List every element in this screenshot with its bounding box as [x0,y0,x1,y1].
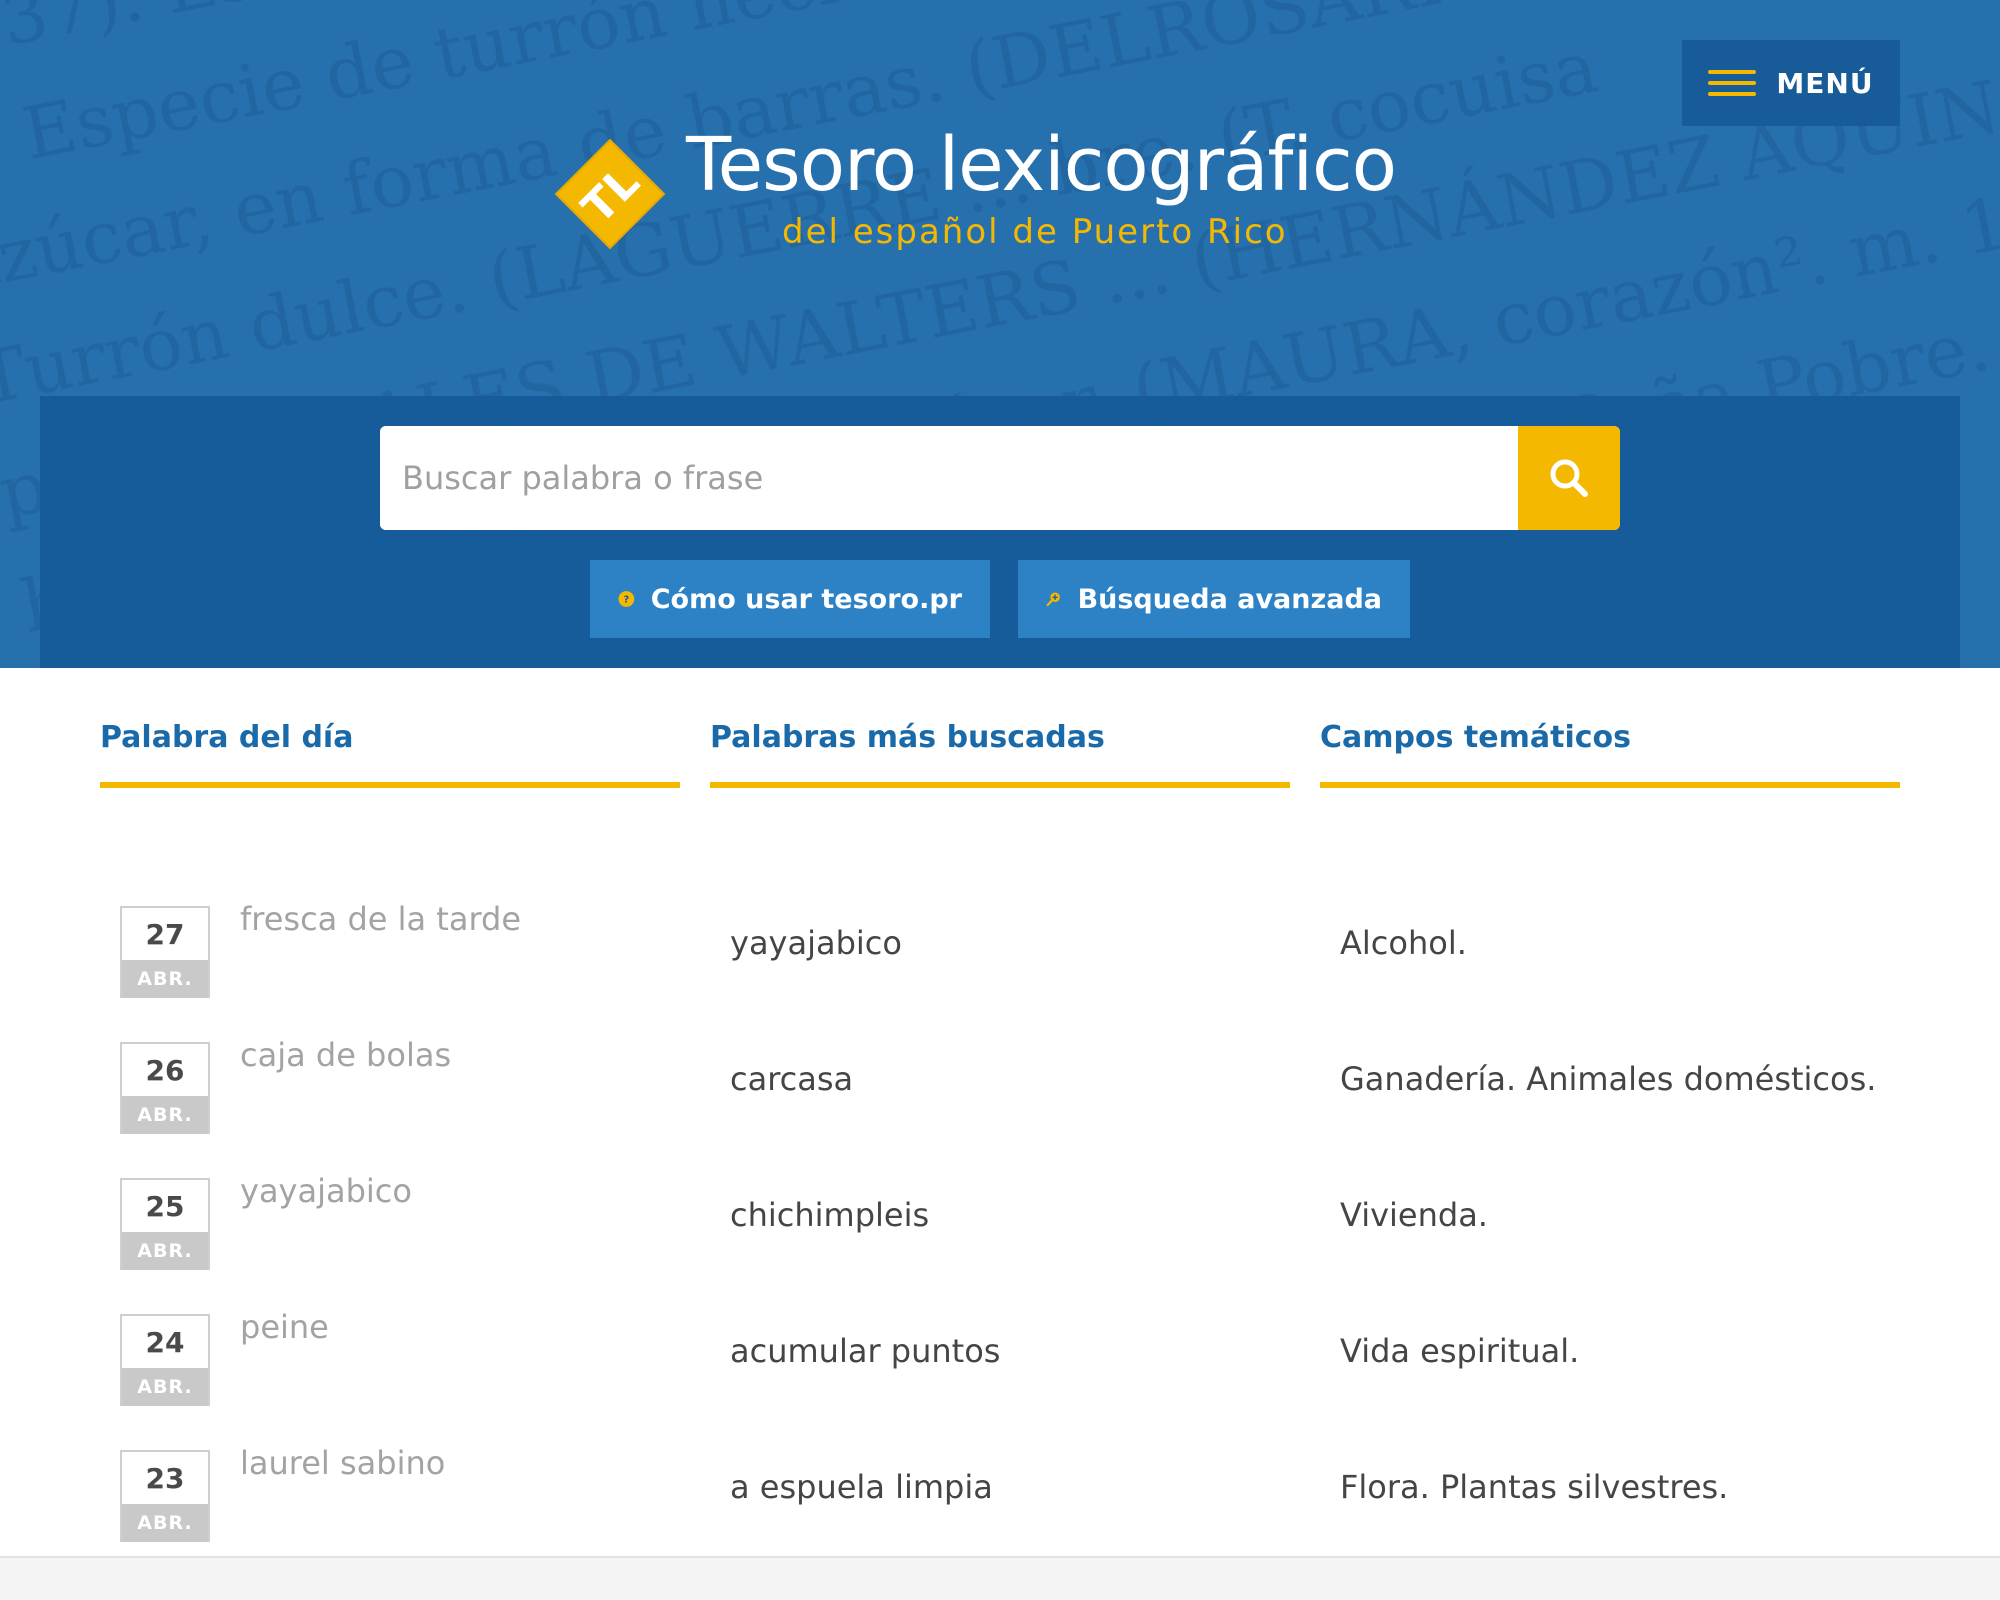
menu-button[interactable]: MENÚ [1682,40,1900,126]
thematic-field-link[interactable]: Flora. Plantas silvestres. [1340,1468,1728,1506]
date-badge: 26 ABR. [120,1042,210,1134]
word-of-day-link[interactable]: caja de bolas [240,1036,451,1074]
date-month: ABR. [122,1368,208,1406]
how-to-use-label: Cómo usar tesoro.pr [650,583,962,615]
word-of-day-item[interactable]: 23 ABR. laurel sabino [100,1444,680,1542]
date-month: ABR. [122,1096,208,1134]
thematic-field-link[interactable]: Vivienda. [1340,1196,1488,1234]
word-of-day-link[interactable]: fresca de la tarde [240,900,521,938]
menu-label: MENÚ [1776,66,1874,100]
date-badge: 27 ABR. [120,906,210,998]
date-day: 24 [145,1325,185,1359]
date-badge: 24 ABR. [120,1314,210,1406]
logo-icon[interactable]: TL [552,136,668,252]
search-input[interactable] [380,426,1518,530]
search-box [380,426,1620,530]
word-of-day-link[interactable]: peine [240,1308,329,1346]
thematic-field-link[interactable]: Alcohol. [1340,924,1467,962]
thematic-field-link[interactable]: Vida espiritual. [1340,1332,1579,1370]
word-of-day-item[interactable]: 27 ABR. fresca de la tarde [100,900,680,998]
advanced-search-button[interactable]: Búsqueda avanzada [1018,560,1410,638]
most-searched-link[interactable]: a espuela limpia [730,1468,993,1506]
date-day: 26 [145,1053,185,1087]
word-of-day-item[interactable]: 25 ABR. yayajabico [100,1172,680,1270]
question-circle-icon: ? [618,591,635,607]
date-day: 27 [145,917,185,951]
footer-strip [0,1556,2000,1600]
site-title[interactable]: Tesoro lexicográfico [686,122,1446,218]
date-day: 25 [145,1189,185,1223]
most-searched-link[interactable]: chichimpleis [730,1196,929,1234]
date-month: ABR. [122,960,208,998]
svg-text:?: ? [624,594,630,605]
most-searched-link[interactable]: yayajabico [730,924,902,962]
most-searched-link[interactable]: carcasa [730,1060,853,1098]
search-button[interactable] [1518,426,1620,530]
most-searched-section: Palabras más buscadas yayajabico carcasa… [710,720,1290,1506]
word-of-day-item[interactable]: 26 ABR. caja de bolas [100,1036,680,1134]
date-badge: 25 ABR. [120,1178,210,1270]
thematic-fields-section: Campos temáticos Alcohol. Ganadería. Ani… [1320,720,1900,1506]
search-icon [1550,459,1588,497]
thematic-fields-heading: Campos temáticos [1320,720,1900,788]
word-of-day-link[interactable]: laurel sabino [240,1444,445,1482]
word-of-day-link[interactable]: yayajabico [240,1172,412,1210]
thematic-field-link[interactable]: Ganadería. Animales domésticos. [1340,1060,1876,1098]
date-badge: 23 ABR. [120,1450,210,1542]
date-month: ABR. [122,1232,208,1270]
most-searched-link[interactable]: acumular puntos [730,1332,1000,1370]
word-of-day-item[interactable]: 24 ABR. peine [100,1308,680,1406]
how-to-use-button[interactable]: ? Cómo usar tesoro.pr [590,560,990,638]
most-searched-heading: Palabras más buscadas [710,720,1290,788]
hamburger-icon [1708,70,1757,96]
date-month: ABR. [122,1504,208,1542]
word-of-day-section: Palabra del día 27 ABR. fresca de la tar… [100,720,680,1542]
word-of-day-heading: Palabra del día [100,720,680,788]
date-day: 23 [145,1461,185,1495]
zoom-plus-icon [1046,592,1060,607]
site-subtitle: del español de Puerto Rico [782,212,1288,252]
advanced-search-label: Búsqueda avanzada [1077,583,1382,615]
